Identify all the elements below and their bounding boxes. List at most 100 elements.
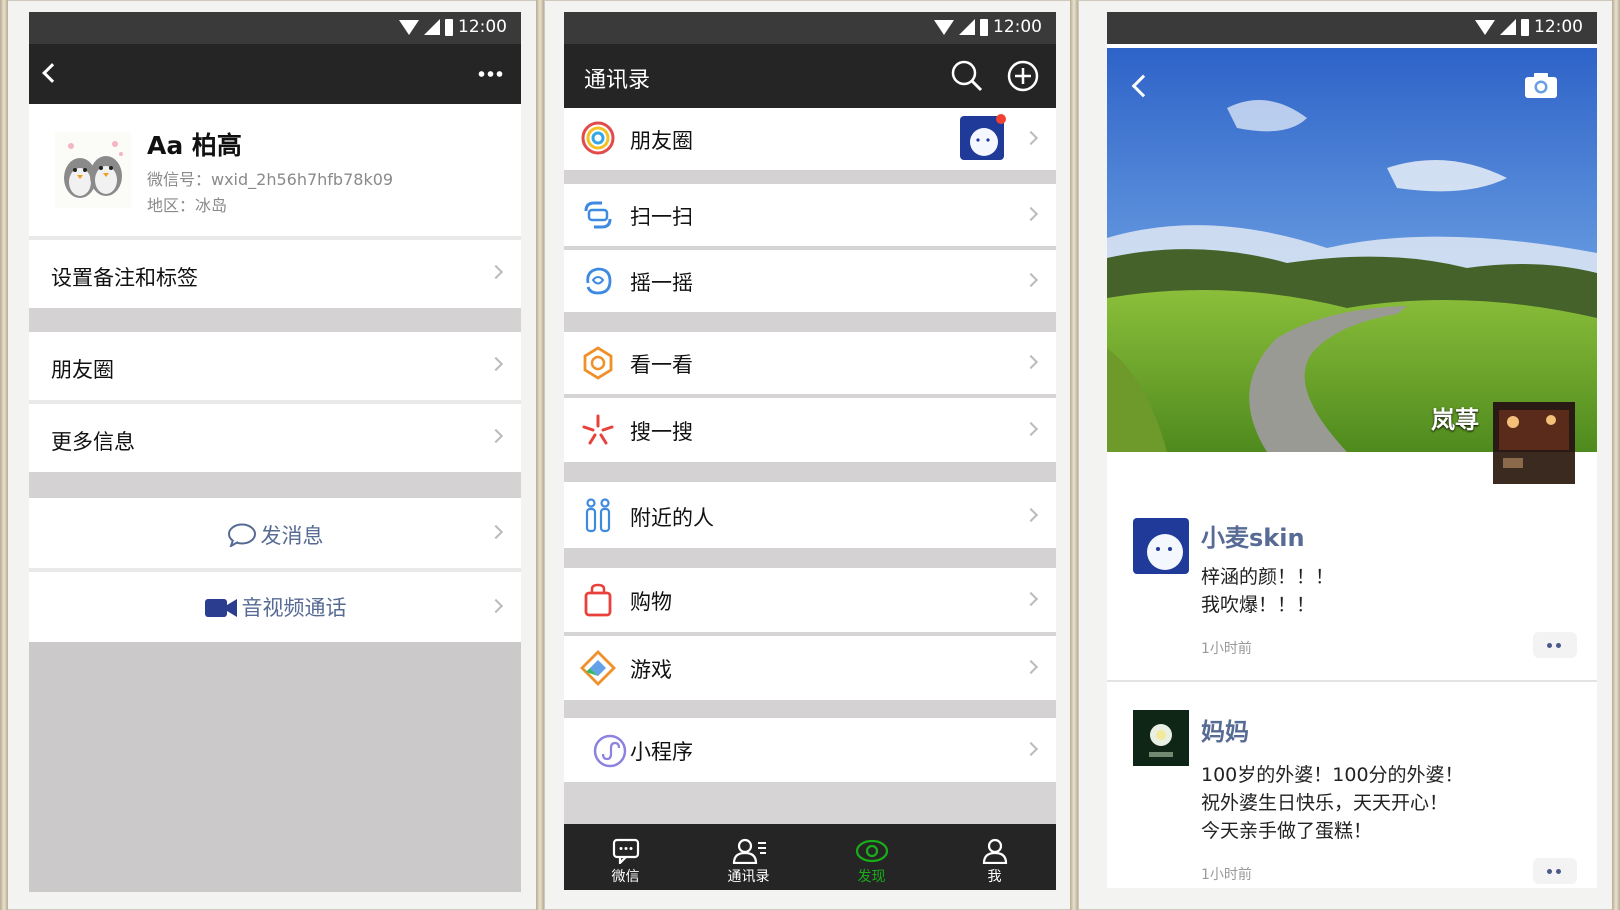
discover-label-search: 搜一搜 — [630, 420, 693, 444]
post-author-name[interactable]: 小麦skin — [1201, 518, 1305, 553]
back-icon[interactable] — [42, 63, 62, 83]
status-bar: 12:00 — [564, 12, 1056, 44]
video-call-label: 音视频通话 — [241, 596, 347, 620]
discover-item-mini-programs[interactable]: 小程序 — [564, 718, 1056, 782]
video-call-button[interactable]: 音视频通话 — [29, 572, 521, 642]
tab-discover[interactable]: 发现 — [810, 824, 933, 890]
post-author-name[interactable]: 妈妈 — [1201, 712, 1249, 747]
profile-screen: 12:00 Aa 柏高 微信号：wxid_2h56h7hfb78k09 地区：冰… — [29, 12, 521, 892]
discover-screen: 12:00 通讯录 朋友圈 扫一扫 摇一摇 看一看 搜一搜 附近的人 购物 游戏… — [564, 12, 1056, 890]
tab-label-discover: 发现 — [857, 869, 886, 885]
cover-photo[interactable] — [1107, 48, 1597, 452]
battery-icon — [980, 18, 988, 36]
post-more-button[interactable] — [1533, 632, 1577, 658]
post-more-button[interactable] — [1533, 858, 1577, 884]
chevron-right-icon — [488, 356, 504, 372]
more-info-row[interactable]: 更多信息 — [29, 404, 521, 472]
post-author-avatar[interactable] — [1133, 710, 1189, 766]
post-time: 1小时前 — [1201, 641, 1252, 657]
discover-compass-icon — [855, 839, 888, 863]
chevron-right-icon — [488, 428, 504, 444]
chevron-right-icon — [1023, 206, 1039, 222]
discover-item-people-nearby[interactable]: 附近的人 — [564, 482, 1056, 548]
empty-area — [29, 642, 521, 892]
discover-navbar: 通讯录 — [564, 44, 1056, 108]
post-text-line: 梓涵的颜！！！ — [1201, 566, 1335, 588]
tab-me[interactable]: 我 — [933, 824, 1056, 890]
chevron-right-icon — [1023, 659, 1039, 675]
set-remark-row[interactable]: 设置备注和标签 — [29, 240, 521, 308]
discover-item-shake[interactable]: 摇一摇 — [564, 250, 1056, 312]
profile-card: Aa 柏高 微信号：wxid_2h56h7hfb78k09 地区：冰岛 — [29, 104, 521, 236]
games-icon — [580, 650, 616, 686]
moments-row[interactable]: 朋友圈 — [29, 332, 521, 400]
wifi-icon — [934, 19, 954, 35]
wechat-id: 微信号：wxid_2h56h7hfb78k09 — [147, 170, 394, 189]
discover-item-moments[interactable]: 朋友圈 — [564, 108, 1056, 170]
discover-label-scan: 扫一扫 — [630, 205, 693, 229]
video-camera-icon — [204, 599, 237, 617]
me-icon — [982, 838, 1007, 864]
battery-icon — [1521, 18, 1529, 36]
wifi-icon — [1475, 19, 1495, 35]
post-author-avatar[interactable] — [1133, 518, 1189, 574]
chevron-right-icon — [1023, 272, 1039, 288]
search-star-icon — [582, 414, 614, 445]
discover-item-games[interactable]: 游戏 — [564, 636, 1056, 700]
discover-item-search[interactable]: 搜一搜 — [564, 398, 1056, 462]
post-text-line: 祝外婆生日快乐，天天开心！ — [1201, 792, 1449, 814]
chat-bubble-icon — [227, 523, 256, 549]
search-icon[interactable] — [950, 59, 984, 93]
region: 地区：冰岛 — [147, 196, 228, 215]
page-title: 通讯录 — [584, 68, 651, 93]
add-circle-icon[interactable] — [1006, 59, 1040, 93]
chats-icon — [612, 838, 639, 864]
moments-screen: 12:00 岚荨 小麦skin 梓涵的颜！！！ 我吹爆！！！ 1小时前 妈妈 1… — [1107, 12, 1597, 888]
battery-icon — [445, 18, 453, 36]
discover-item-top-stories[interactable]: 看一看 — [564, 332, 1056, 394]
post-text-line: 100岁的外婆！100分的外婆！ — [1201, 764, 1464, 786]
post-time: 1小时前 — [1201, 867, 1252, 883]
post-text-line: 今天亲手做了蛋糕！ — [1201, 820, 1373, 842]
bottom-tab-bar: 微信 通讯录 发现 我 — [564, 824, 1056, 890]
more-info-label: 更多信息 — [51, 430, 135, 454]
tab-label-me: 我 — [987, 869, 1002, 885]
camera-icon[interactable] — [1523, 70, 1559, 100]
mini-programs-icon — [593, 734, 627, 768]
post-text-line: 我吹爆！！！ — [1201, 594, 1316, 616]
more-icon[interactable] — [477, 71, 503, 77]
shopping-bag-icon — [584, 583, 612, 617]
chevron-right-icon — [1023, 507, 1039, 523]
chevron-right-icon — [1023, 741, 1039, 757]
moment-post-2: 妈妈 100岁的外婆！100分的外婆！ 祝外婆生日快乐，天天开心！ 今天亲手做了… — [1107, 682, 1597, 888]
signal-icon — [1500, 19, 1516, 35]
status-time: 12:00 — [993, 17, 1042, 37]
discover-label-people-nearby: 附近的人 — [630, 506, 714, 530]
discover-label-shake: 摇一摇 — [630, 271, 693, 295]
moments-label: 朋友圈 — [51, 358, 114, 382]
status-bar: 12:00 — [1107, 12, 1597, 44]
shake-icon — [586, 267, 612, 295]
contacts-icon — [732, 838, 766, 864]
send-message-button[interactable]: 发消息 — [29, 498, 521, 568]
tab-contacts[interactable]: 通讯录 — [687, 824, 810, 890]
chevron-right-icon — [1023, 354, 1039, 370]
chevron-right-icon — [488, 264, 504, 280]
moments-icon — [581, 121, 615, 155]
discover-item-scan[interactable]: 扫一扫 — [564, 184, 1056, 246]
tab-label-chats: 微信 — [611, 869, 640, 885]
discover-label-moments: 朋友圈 — [630, 129, 693, 153]
people-nearby-icon — [585, 498, 611, 533]
discover-label-shopping: 购物 — [630, 590, 672, 614]
send-message-label: 发消息 — [260, 524, 324, 548]
owner-name: 岚荨 — [1431, 406, 1479, 434]
chevron-right-icon — [1023, 421, 1039, 437]
discover-item-shopping[interactable]: 购物 — [564, 568, 1056, 632]
avatar[interactable] — [55, 132, 131, 208]
top-stories-icon — [583, 346, 613, 380]
status-bar: 12:00 — [29, 12, 521, 44]
contact-name: Aa 柏高 — [147, 131, 242, 160]
wifi-icon — [399, 19, 419, 35]
scan-icon — [584, 201, 612, 229]
tab-chats[interactable]: 微信 — [564, 824, 687, 890]
